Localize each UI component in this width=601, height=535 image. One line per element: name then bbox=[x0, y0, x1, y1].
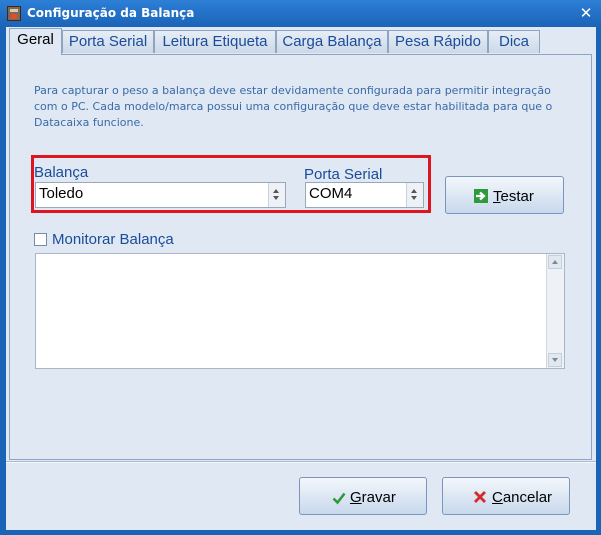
porta-serial-value: COM4 bbox=[309, 185, 353, 202]
tab-geral[interactable]: Geral bbox=[9, 28, 62, 55]
tab-leitura-etiqueta[interactable]: Leitura Etiqueta bbox=[154, 30, 276, 53]
up-arrow-icon bbox=[411, 189, 417, 193]
testar-label: Testar bbox=[493, 188, 534, 205]
cancelar-mnemonic: C bbox=[492, 489, 503, 506]
balanca-combo[interactable]: Toledo bbox=[35, 182, 286, 208]
balanca-spin-icon[interactable] bbox=[268, 183, 285, 207]
porta-serial-label: Porta Serial bbox=[304, 166, 383, 183]
gravar-label: Gravar bbox=[350, 489, 396, 506]
check-icon bbox=[332, 492, 346, 505]
footer-divider bbox=[6, 461, 596, 463]
testar-button[interactable]: Testar bbox=[445, 176, 564, 214]
tab-carga-balanca[interactable]: Carga Balança bbox=[276, 30, 388, 53]
x-icon bbox=[474, 491, 486, 503]
gravar-button[interactable]: Gravar bbox=[299, 477, 427, 515]
gravar-rest: ravar bbox=[361, 489, 396, 506]
down-arrow-icon bbox=[273, 196, 279, 200]
config-window: Configuração da Balança ✕ Geral Porta Se… bbox=[0, 0, 601, 535]
tab-dica[interactable]: Dica bbox=[488, 30, 540, 53]
arrow-right-icon bbox=[474, 189, 488, 203]
title-bar[interactable]: Configuração da Balança ✕ bbox=[0, 0, 601, 27]
testar-rest: estar bbox=[500, 188, 534, 205]
balanca-value: Toledo bbox=[39, 185, 84, 202]
up-arrow-icon bbox=[273, 189, 279, 193]
porta-serial-combo[interactable]: COM4 bbox=[305, 182, 424, 208]
memo-scrollbar[interactable] bbox=[546, 254, 564, 368]
cancelar-rest: ancelar bbox=[502, 489, 553, 506]
close-icon[interactable]: ✕ bbox=[577, 3, 595, 23]
scroll-up-icon[interactable] bbox=[548, 255, 562, 269]
tab-pesa-rapido[interactable]: Pesa Rápido bbox=[388, 30, 488, 53]
cancelar-label: Cancelar bbox=[492, 489, 552, 506]
monitor-output-memo[interactable] bbox=[35, 253, 565, 369]
monitorar-checkbox[interactable] bbox=[34, 233, 47, 246]
gravar-mnemonic: G bbox=[350, 489, 362, 506]
scroll-down-icon[interactable] bbox=[548, 353, 562, 367]
cancelar-button[interactable]: Cancelar bbox=[442, 477, 570, 515]
balanca-label: Balança bbox=[34, 164, 89, 181]
dialog-body: Geral Porta Serial Leitura Etiqueta Carg… bbox=[6, 27, 596, 530]
window-title: Configuração da Balança bbox=[27, 6, 195, 20]
info-text: Para capturar o peso a balança deve esta… bbox=[34, 84, 553, 129]
porta-serial-spin-icon[interactable] bbox=[406, 183, 423, 207]
app-icon bbox=[7, 6, 21, 21]
monitorar-label[interactable]: Monitorar Balança bbox=[52, 231, 174, 248]
testar-mnemonic: T bbox=[493, 188, 501, 205]
down-arrow-icon bbox=[411, 196, 417, 200]
tab-porta-serial[interactable]: Porta Serial bbox=[62, 30, 154, 53]
